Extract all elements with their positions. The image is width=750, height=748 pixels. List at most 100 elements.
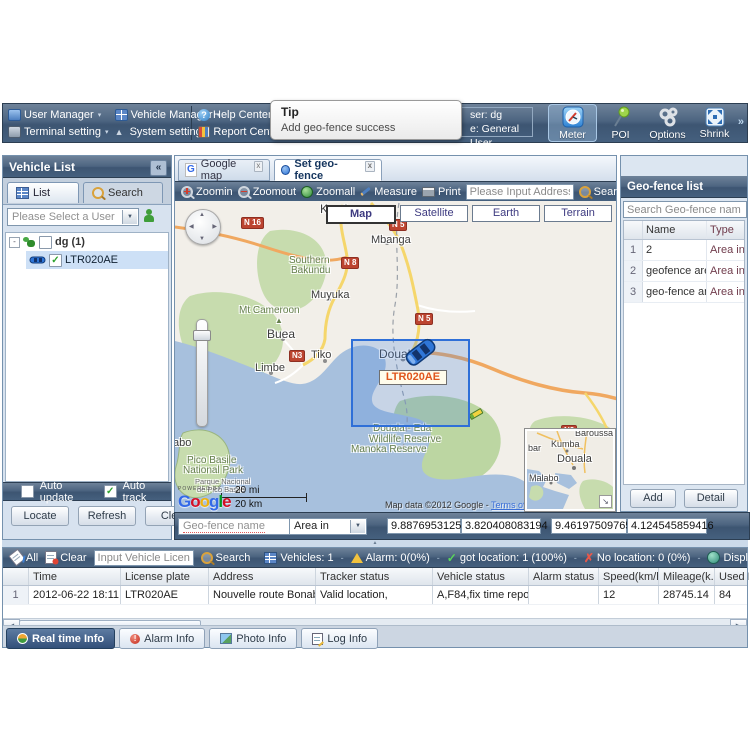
grid-row[interactable]: 1 2012-06-22 18:11:12 LTR020AE Nouvelle … — [3, 586, 747, 605]
license-search-input[interactable] — [94, 550, 194, 566]
tab-set-geofence[interactable]: Set geo-fence x — [274, 159, 382, 181]
map-type-terrain[interactable]: Terrain — [544, 205, 612, 222]
horizontal-splitter[interactable]: ▲ — [2, 540, 748, 547]
coord-field-1[interactable]: 9.8876953125 — [387, 518, 461, 534]
geofence-row[interactable]: 3 geo-fence ar... Area in — [624, 282, 744, 303]
list-icon — [16, 187, 29, 199]
overview-minimap[interactable]: bar Kumba Douala Malabo Baroussa ↘ — [525, 429, 615, 511]
tab-list[interactable]: List — [7, 182, 79, 203]
pan-right-icon[interactable]: ▶ — [212, 223, 217, 230]
tab-alarm-info[interactable]: !Alarm Info — [119, 628, 205, 649]
tool-options[interactable]: Options — [644, 104, 691, 142]
col-vehicle-status[interactable]: Vehicle status — [433, 568, 529, 585]
group-checkbox[interactable] — [39, 236, 52, 249]
no-location-count: ✗No location: 0 (0%) — [584, 551, 691, 565]
area-type-value: Area in — [294, 520, 329, 532]
geofence-row[interactable]: 2 geofence are... Area in — [624, 261, 744, 282]
app-root: User Manager▾ Vehicle Manager▾ Terminal … — [0, 0, 750, 748]
user-select-value: Please Select a User — [12, 211, 115, 223]
vehicle-marker-label[interactable]: LTR020AE — [379, 370, 447, 385]
geofence-search-input[interactable] — [623, 201, 747, 218]
col-mileage[interactable]: Mileage(k... — [659, 568, 715, 585]
col-tracker-status[interactable]: Tracker status — [316, 568, 433, 585]
coord-field-2[interactable]: 3.820408083194 — [461, 518, 541, 534]
map-zoom-slider[interactable] — [196, 319, 208, 427]
close-tab-icon[interactable]: x — [365, 161, 375, 172]
bottom-tabs: Real time Info !Alarm Info Photo Info Lo… — [3, 625, 747, 647]
minimap-collapse-icon[interactable]: ↘ — [599, 495, 612, 508]
col-name[interactable]: Name — [643, 221, 707, 239]
zoomin-button[interactable]: Zoomin — [181, 186, 233, 198]
map-pan-control[interactable]: ▲ ▼ ◀ ▶ — [185, 209, 221, 245]
pan-up-icon[interactable]: ▲ — [199, 212, 205, 218]
vehicle-checkbox[interactable]: ✓ — [49, 254, 62, 267]
pan-down-icon[interactable]: ▼ — [199, 236, 205, 242]
geofence-row[interactable]: 1 2 Area in — [624, 240, 744, 261]
tab-google-map[interactable]: G Google map x — [178, 159, 270, 181]
map-label-buea: Buea — [267, 327, 295, 341]
zoomall-button[interactable]: Zoomall — [301, 186, 355, 198]
tool-poi[interactable]: POI — [597, 104, 644, 142]
dropdown-arrow-icon[interactable]: ▼ — [122, 210, 137, 224]
col-used-fuel[interactable]: Used Fu... — [715, 568, 749, 585]
zoom-slider-handle[interactable] — [193, 330, 211, 341]
splitter-handle-icon[interactable]: ▲ — [373, 540, 378, 546]
zoomout-button[interactable]: Zoomout — [238, 186, 296, 198]
map-type-map[interactable]: Map — [326, 205, 396, 224]
close-tab-icon[interactable]: x — [254, 161, 263, 172]
user-filter-icon[interactable] — [143, 209, 155, 222]
menu-terminal-setting[interactable]: Terminal setting▾ — [5, 123, 112, 140]
add-geofence-button[interactable]: Add — [630, 489, 676, 508]
menu-user-manager[interactable]: User Manager▾ — [5, 106, 112, 123]
area-type-select[interactable]: Area in ▼ — [289, 518, 367, 535]
clear-button[interactable]: Clear — [45, 551, 86, 564]
all-button[interactable]: All — [11, 551, 38, 564]
tab-photo-info[interactable]: Photo Info — [209, 628, 297, 649]
col-license[interactable]: License plate — [121, 568, 209, 585]
pan-left-icon[interactable]: ◀ — [189, 223, 194, 230]
col-address[interactable]: Address — [209, 568, 316, 585]
minimap-label-malabo: Malabo — [529, 473, 559, 483]
collapse-panel-button[interactable]: « — [150, 160, 167, 176]
geofence-list-panel: Geo-fence list Name Type 1 2 Area in 2 g… — [620, 155, 748, 512]
map-type-earth[interactable]: Earth — [472, 205, 540, 222]
map-type-satellite[interactable]: Satellite — [400, 205, 468, 222]
address-input[interactable] — [466, 184, 574, 200]
google-logo[interactable]: POWERED BY Google — [178, 486, 231, 512]
tree-expand-icon[interactable]: - — [9, 237, 20, 248]
user-select-dropdown[interactable]: Please Select a User ▼ — [7, 208, 139, 226]
col-speed[interactable]: Speed(km/h) — [599, 568, 659, 585]
measure-button[interactable]: Measure — [360, 186, 417, 198]
menubar-more-icon[interactable]: » — [738, 116, 744, 128]
status-search-button[interactable]: Search — [201, 552, 251, 564]
auto-update-checkbox[interactable] — [21, 485, 34, 498]
detail-button[interactable]: Detail — [684, 489, 738, 508]
geofence-name-input[interactable]: Geo-fence name — [178, 518, 290, 535]
auto-track-checkbox[interactable]: ✓ — [104, 485, 117, 498]
coord-field-3: 9.461975097656 — [551, 518, 627, 534]
tree-group-row[interactable]: - dg (1) — [6, 233, 168, 251]
map-canvas[interactable]: Kumba Mbanga Southern Bakundu Muyuka Mt … — [175, 201, 616, 513]
tab-realtime-info[interactable]: Real time Info — [6, 628, 115, 649]
vehicles-icon — [264, 552, 277, 564]
user-role-text: e: General User — [470, 122, 532, 150]
tree-vehicle-row[interactable]: ✓ LTR020AE — [26, 251, 168, 269]
col-alarm-status[interactable]: Alarm status — [529, 568, 599, 585]
minimap-label-bar: bar — [528, 443, 541, 453]
col-time[interactable]: Time — [29, 568, 121, 585]
coord-field-4[interactable]: 4.124545859416 — [627, 518, 707, 534]
locate-button[interactable]: Locate — [11, 506, 69, 526]
refresh-button[interactable]: Refresh — [78, 506, 136, 526]
map-label-limbe: Limbe — [255, 362, 285, 374]
tool-meter[interactable]: Meter — [548, 104, 597, 142]
dropdown-arrow-icon[interactable]: ▼ — [350, 520, 365, 533]
tab-search[interactable]: Search — [83, 182, 163, 203]
bottom-statusbar: All Clear Search Vehicles: 1 - Alarm: 0(… — [3, 548, 747, 568]
map-scalebar: 20 mi 20 km — [221, 485, 307, 510]
col-type[interactable]: Type — [707, 221, 744, 239]
tab-log-info[interactable]: Log Info — [301, 628, 378, 649]
separator: - — [437, 553, 440, 563]
tool-shrink[interactable]: Shrink — [691, 104, 738, 142]
minimap-label-douala: Douala — [557, 453, 592, 465]
print-button[interactable]: Print — [422, 186, 461, 198]
